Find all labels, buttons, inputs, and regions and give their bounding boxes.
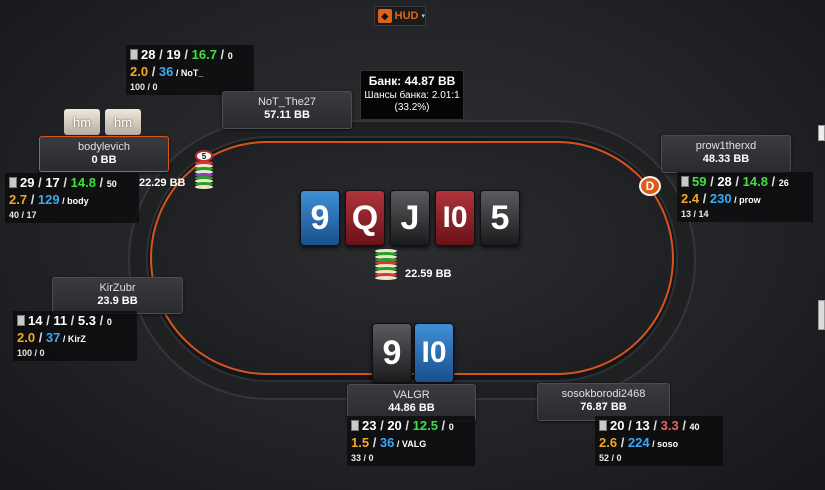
player-stack: 0 BB xyxy=(91,154,117,166)
hud-button-label: HUD xyxy=(394,10,419,22)
bet-chip-stack-bodylevich: 5 xyxy=(193,150,215,189)
player-name: sosokborodi2468 xyxy=(561,388,646,400)
player-name: NoT_The27 xyxy=(257,96,317,108)
card-icon xyxy=(9,177,17,188)
pot-info-box: Банк: 44.87 BB Шансы банка: 2.01:1 (33.2… xyxy=(360,70,464,120)
board-card: J xyxy=(390,190,430,246)
pot-total: Банк: 44.87 BB xyxy=(368,74,456,88)
hud-stats-prow1therxd[interactable]: 59 / 28 / 14.8 / 26 2.4 / 230 / prow 13 … xyxy=(677,172,813,222)
hud-stats-not-the27[interactable]: 28 / 19 / 16.7 / 0 2.0 / 36 / NoT_ 100 /… xyxy=(126,45,254,95)
player-stack: 57.11 BB xyxy=(264,109,310,121)
board-card: Q xyxy=(345,190,385,246)
board-card: I0 xyxy=(435,190,475,246)
card-icon xyxy=(599,420,607,431)
board-card: 5 xyxy=(480,190,520,246)
hud-stats-bodylevich[interactable]: 29 / 17 / 14.8 / 50 2.7 / 129 / body 40 … xyxy=(5,173,139,223)
hm-note-tile[interactable]: hm xyxy=(105,109,141,135)
bet-amount-bodylevich: 22.29 BB xyxy=(139,177,186,189)
side-panel-tab[interactable] xyxy=(818,125,825,141)
pot-chip-amount: 22.59 BB xyxy=(405,268,452,280)
player-name: KirZubr xyxy=(99,282,136,294)
hole-card: 9 xyxy=(372,323,412,383)
card-icon xyxy=(17,315,25,326)
hud-logo-icon: ◆ xyxy=(378,9,392,23)
hud-menu-button[interactable]: ◆ HUD ▾ xyxy=(374,6,426,26)
card-icon xyxy=(681,176,689,187)
chevron-down-icon: ▾ xyxy=(421,13,425,20)
player-plate-kirzubr[interactable]: KirZubr 23.9 BB xyxy=(52,277,183,314)
hud-stats-kirzubr[interactable]: 14 / 11 / 5.3 / 0 2.0 / 37 / KirZ 100 / … xyxy=(13,311,137,361)
player-plate-bodylevich[interactable]: bodylevich 0 BB xyxy=(39,136,169,172)
chip-denomination: 5 xyxy=(195,150,213,162)
player-stack: 44.86 BB xyxy=(388,402,435,414)
pot-percent: (33.2%) xyxy=(394,102,430,113)
player-name: prow1therxd xyxy=(695,140,757,152)
card-icon xyxy=(351,420,359,431)
card-icon xyxy=(130,49,138,60)
board-card: 9 xyxy=(300,190,340,246)
player-stack: 23.9 BB xyxy=(97,295,138,307)
side-panel-tab[interactable] xyxy=(818,300,825,330)
hud-stats-sosokborodi2468[interactable]: 20 / 13 / 3.3 / 40 2.6 / 224 / soso 52 /… xyxy=(595,416,723,466)
player-stack: 48.33 BB xyxy=(702,153,750,165)
pot-chip-stack xyxy=(375,249,397,280)
player-plate-not-the27[interactable]: NoT_The27 57.11 BB xyxy=(222,91,352,129)
player-name: VALGR xyxy=(393,389,430,401)
player-plate-prow1therxd[interactable]: prow1therxd 48.33 BB xyxy=(661,135,791,173)
player-name: bodylevich xyxy=(78,141,130,153)
hero-hole-cards: 9 I0 xyxy=(372,323,454,383)
hm-note-tile[interactable]: hm xyxy=(64,109,100,135)
hud-stats-valgr[interactable]: 23 / 20 / 12.5 / 0 1.5 / 36 / VALG 33 / … xyxy=(347,416,475,466)
board-cards: 9 Q J I0 5 xyxy=(300,190,520,246)
dealer-button: D xyxy=(639,176,661,196)
hole-card: I0 xyxy=(414,323,454,383)
player-stack: 76.87 BB xyxy=(580,401,627,413)
pot-odds: Шансы банка: 2.01:1 xyxy=(364,90,460,101)
